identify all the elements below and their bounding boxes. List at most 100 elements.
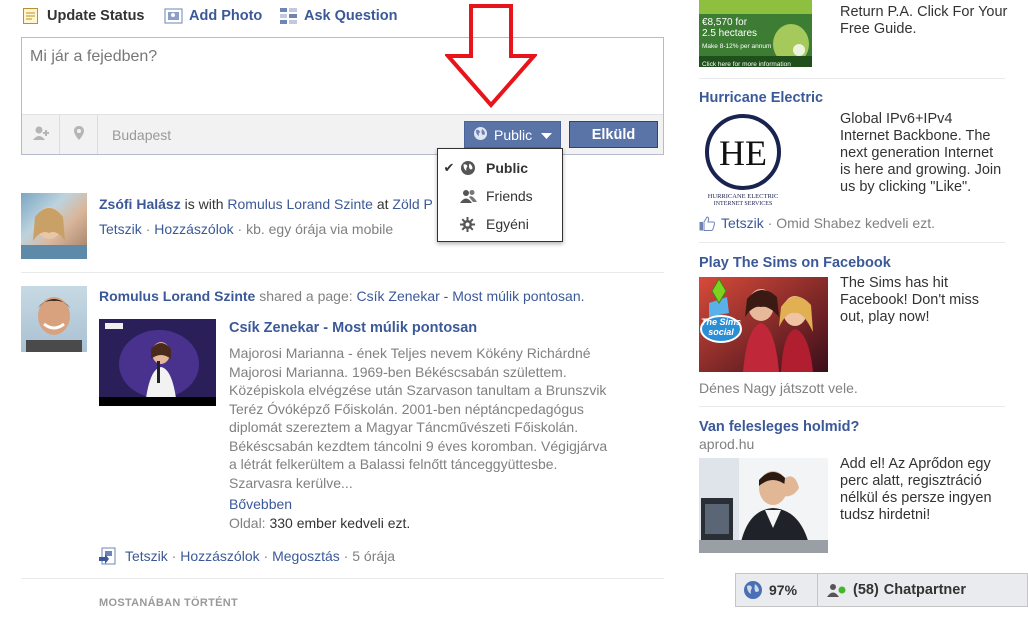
friends-icon — [460, 189, 486, 203]
comment-link[interactable]: Hozzászólok — [180, 548, 259, 564]
globe-icon — [460, 160, 486, 176]
privacy-option-custom-label: Egyéni — [486, 216, 529, 232]
chat-toggle-button[interactable]: (58) Chatpartner — [819, 574, 1027, 606]
tab-ask-question-label: Ask Question — [304, 8, 398, 24]
ad-social-text: Dénes Nagy játszott vele. — [699, 380, 858, 396]
post-author-link[interactable]: Romulus Lorand Szinte — [99, 288, 255, 304]
page-likes-count: 330 ember kedveli ezt. — [269, 515, 411, 531]
status-input[interactable]: Mi jár a fejedben? — [30, 48, 157, 66]
description-line: Majorosi Marianna. 1969-ben Békéscsabán … — [229, 363, 567, 380]
ad-image[interactable]: €8,570 for 2.5 hectares Make 8-12% per a… — [699, 0, 812, 67]
ad-text: Add el! Az Aprődon egy perc alatt, regis… — [840, 456, 992, 523]
page-likes-line: Oldal: 330 ember kedveli ezt. — [229, 515, 410, 531]
description-line: a létrát felkerültem a Balassi felnőtt t… — [229, 456, 558, 472]
chat-status-button[interactable]: 97% — [736, 574, 818, 606]
ad-title[interactable]: Van felesleges holmid? — [699, 419, 859, 435]
read-more-link[interactable]: Bővebben — [229, 496, 292, 512]
description-line: Középiskola elvégzése után Szarvason tan… — [229, 382, 607, 398]
shared-video-thumbnail[interactable] — [99, 319, 216, 406]
post-timestamp: 5 órája — [352, 548, 396, 564]
shared-card-description: Majorosi Marianna - ének Teljes nevem Kö… — [229, 344, 607, 492]
ad-text: Global IPv6+IPv4 Internet Backbone. The … — [840, 111, 1002, 195]
post-actions: Tetszik · Hozzászólok · Megosztás · 5 ór… — [99, 547, 395, 565]
ad-divider — [699, 242, 1005, 243]
tab-update-status[interactable]: Update Status — [22, 6, 145, 26]
post-header: Romulus Lorand Szinte shared a page: Csí… — [99, 288, 585, 304]
tab-add-photo[interactable]: Add Photo — [164, 6, 262, 26]
photo-icon — [164, 7, 183, 25]
ad-text: Return P.A. Click For Your Free Guide. — [840, 4, 1008, 37]
svg-text:INTERNET SERVICES: INTERNET SERVICES — [714, 201, 773, 207]
tab-add-photo-label: Add Photo — [189, 8, 263, 24]
svg-text:HURRICANE ELECTRIC: HURRICANE ELECTRIC — [708, 193, 779, 200]
privacy-option-custom[interactable]: Egyéni — [438, 210, 562, 238]
ad-social-text: Omid Shabez kedveli ezt. — [776, 215, 935, 231]
ad-like-link[interactable]: Tetszik — [721, 215, 764, 231]
shared-page-link[interactable]: Csík Zenekar - Most múlik pontosan. — [357, 288, 585, 304]
share-link[interactable]: Megosztás — [272, 548, 340, 564]
page-likes-label: Oldal: — [229, 515, 266, 531]
ad-divider — [699, 78, 1005, 79]
tab-ask-question[interactable]: Ask Question — [279, 6, 397, 26]
add-person-icon — [32, 125, 50, 144]
post-timestamp: kb. egy órája via mobile — [246, 221, 394, 237]
red-arrow-annotation — [445, 4, 537, 108]
avatar[interactable] — [21, 286, 87, 352]
shared-card-title[interactable]: Csík Zenekar - Most múlik pontosan — [229, 320, 477, 336]
privacy-option-public[interactable]: ✔ Public — [438, 154, 562, 182]
privacy-option-friends-label: Friends — [486, 188, 533, 204]
sims-logo-text: The Sims social — [701, 317, 742, 337]
ad-title[interactable]: Hurricane Electric — [699, 90, 823, 106]
chat-bar: 97% (58) Chatpartner — [735, 573, 1028, 607]
post-actions: Tetszik · Hozzászólok · kb. egy órája vi… — [99, 221, 394, 237]
send-button[interactable]: Elküld — [569, 121, 658, 148]
description-line: Teréz Óvóképző Főiskolán. 2001-ben néptá… — [229, 400, 584, 417]
post-author-link[interactable]: Zsófi Halász — [99, 196, 181, 212]
post-action-text: shared a page: — [259, 288, 353, 304]
comment-link[interactable]: Hozzászólok — [154, 221, 233, 237]
post-at-text: at — [376, 196, 389, 212]
post-header: Zsófi Halász is with Romulus Lorand Szin… — [99, 196, 433, 212]
globe-icon — [473, 126, 488, 144]
ad-title[interactable]: Play The Sims on Facebook — [699, 255, 891, 271]
section-header: MOSTANÁBAN TÖRTÉNT — [99, 597, 239, 609]
ad-logo[interactable]: HE HURRICANE ELECTRIC INTERNET SERVICES — [699, 112, 787, 207]
location-button[interactable] — [60, 115, 98, 154]
place-link[interactable]: Zöld P — [392, 196, 432, 212]
question-icon — [279, 7, 297, 25]
ad-divider — [699, 406, 1005, 407]
like-link[interactable]: Tetszik — [99, 221, 142, 237]
chat-load-percent: 97% — [769, 582, 798, 598]
feed-divider — [21, 272, 664, 273]
description-line: Békéscsabán kezdtem táncolni 9 éves koro… — [229, 437, 608, 454]
ad-image-text: €8,570 for 2.5 hectares Make 8-12% per a… — [702, 17, 791, 67]
ad-domain: aprod.hu — [699, 436, 755, 452]
tab-update-status-label: Update Status — [47, 8, 145, 24]
globe-icon — [743, 580, 763, 600]
avatar[interactable] — [21, 193, 87, 259]
like-link[interactable]: Tetszik — [125, 548, 168, 564]
status-icon — [22, 7, 40, 25]
post-with-text: is with — [184, 196, 224, 212]
page-share-icon — [99, 547, 119, 565]
location-pin-icon — [73, 125, 85, 144]
description-line: Szarvasra kerülve... — [229, 474, 353, 491]
ad-image[interactable] — [699, 458, 828, 553]
ad-logo-letters: HE — [719, 133, 767, 173]
privacy-selector-button[interactable]: Public — [464, 121, 561, 148]
ad-image[interactable]: The Sims social — [699, 277, 828, 372]
privacy-selector-label: Public — [494, 126, 533, 143]
feed-divider — [21, 578, 664, 579]
ad-social-line: Tetszik · Omid Shabez kedveli ezt. — [699, 215, 935, 231]
composer-toolbar: Budapest Public Elküld — [22, 114, 663, 154]
chat-label: Chatpartner — [883, 582, 966, 598]
tag-friends-button[interactable] — [22, 115, 60, 154]
gear-icon — [460, 216, 486, 232]
status-composer: Mi jár a fejedben? Budapest Public Elkül… — [21, 37, 664, 155]
privacy-option-public-label: Public — [486, 160, 529, 176]
tagged-friend-link[interactable]: Romulus Lorand Szinte — [227, 196, 373, 212]
location-input[interactable]: Budapest — [112, 127, 171, 143]
privacy-option-friends[interactable]: Friends — [438, 182, 562, 210]
description-line: Majorosi Marianna - ének Teljes nevem Kö… — [229, 345, 591, 361]
privacy-menu: ✔ Public Friends Egyéni — [437, 148, 563, 242]
